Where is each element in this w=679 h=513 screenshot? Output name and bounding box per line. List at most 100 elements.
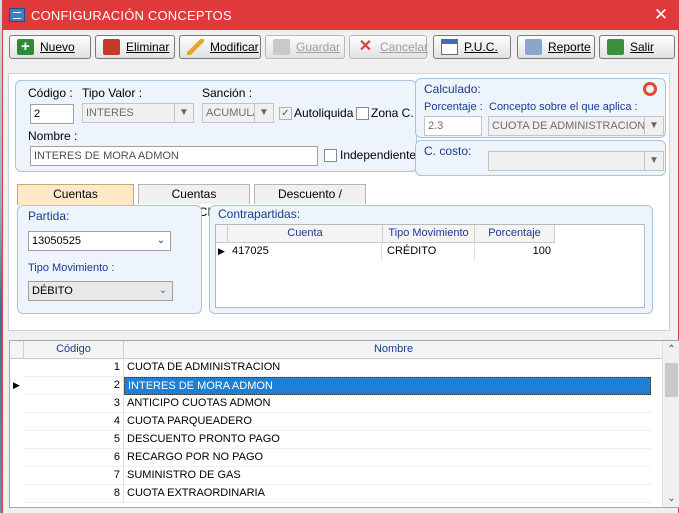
new-button-label: Nuevo — [40, 40, 75, 54]
codigo-cell[interactable]: 4 — [24, 413, 124, 431]
current-row-arrow-icon: ▶ — [13, 380, 20, 390]
sancion-value: ACUMULA — [206, 107, 260, 119]
partida-group: Partida: 13050525 ⌄ Tipo Movimiento : DÉ… — [17, 205, 202, 314]
col-cuenta[interactable]: Cuenta — [228, 225, 383, 243]
exit-button[interactable]: Salir — [599, 35, 675, 59]
porcentaje-label: Porcentaje : — [424, 101, 483, 113]
window-title: CONFIGURACIÓN CONCEPTOS — [31, 8, 232, 23]
partida-title: Partida: — [28, 209, 70, 223]
tab-cuentas-ejecucion[interactable]: Cuentas EJECUCIÓN — [138, 184, 250, 219]
new-icon — [17, 36, 34, 58]
nombre-cell[interactable]: CUOTA EXTRAORDINARIA — [124, 485, 651, 503]
nombre-cell[interactable]: RECARGO POR NO PAGO — [124, 449, 651, 467]
codigo-cell[interactable]: 1 — [24, 359, 124, 377]
puc-button-label: P.U.C. — [464, 40, 498, 54]
contrapartidas-title: Contrapartidas: — [218, 207, 301, 221]
save-button[interactable]: Guardar — [265, 35, 345, 59]
codigo-cell[interactable]: 6 — [24, 449, 124, 467]
scroll-down-icon[interactable]: ⌄ — [663, 490, 679, 507]
sancion-select[interactable]: ACUMULA ▼ — [202, 103, 274, 123]
nombre-cell[interactable]: DESCUENTO PRONTO PAGO — [124, 431, 651, 449]
report-button[interactable]: Reporte — [517, 35, 595, 59]
codigo-field[interactable]: 2 — [30, 104, 74, 124]
printer-icon — [525, 39, 542, 55]
app-icon — [9, 8, 25, 22]
tipo-cell[interactable]: CRÉDITO — [387, 243, 475, 261]
scroll-up-icon[interactable]: ⌃ — [663, 341, 679, 358]
calendar-icon — [441, 39, 458, 55]
concepto-group: Código : 2 Tipo Valor : INTERES ▼ Sanció… — [15, 80, 417, 172]
nombre-field[interactable]: INTERES DE MORA ADMON — [30, 146, 318, 166]
delete-button-label: Eliminar — [126, 40, 170, 54]
cancel-x-icon: ✕ — [358, 38, 373, 55]
costo-group: C. costo: ▼ — [415, 140, 666, 176]
codigo-cell[interactable]: 5 — [24, 431, 124, 449]
costo-select[interactable]: ▼ — [488, 151, 664, 171]
concepto-aplica-label: Concepto sobre el que aplica : — [489, 101, 638, 113]
independiente-label: Independiente — [340, 148, 417, 162]
autoliquida-label: Autoliquida — [294, 106, 354, 120]
codigo-cell[interactable]: 3 — [24, 395, 124, 413]
puc-button[interactable]: P.U.C. — [433, 35, 511, 59]
row-header-corner — [10, 341, 24, 359]
calculado-title: Calculado: — [424, 82, 481, 96]
vertical-scrollbar[interactable]: ⌃ ⌄ — [662, 341, 679, 507]
zona-label: Zona C. — [371, 106, 414, 120]
lifebuoy-icon[interactable] — [643, 82, 657, 96]
edit-button[interactable]: Modificar — [179, 35, 261, 59]
col-tipo-movimiento[interactable]: Tipo Movimiento — [383, 225, 475, 243]
delete-icon — [103, 39, 120, 55]
config-conceptos-window: CONFIGURACIÓN CONCEPTOS ✕ Nuevo Eliminar… — [2, 0, 679, 513]
tipo-valor-label: Tipo Valor : — [82, 86, 143, 100]
row-header-corner — [216, 225, 228, 243]
tipo-movimiento-value: DÉBITO — [32, 285, 73, 297]
nombre-cell[interactable]: INTERES DE MORA ADMON — [124, 377, 651, 395]
nombre-cell[interactable]: ANTICIPO CUOTAS ADMON — [124, 395, 651, 413]
tipo-valor-select[interactable]: INTERES ▼ — [82, 103, 194, 123]
conceptos-grid[interactable]: Código Nombre 1 CUOTA DE ADMINISTRACION ▶ 2… — [9, 340, 679, 508]
nombre-cell[interactable]: CUOTA DE ADMINISTRACION — [124, 359, 651, 377]
nombre-cell[interactable]: SUMINISTRO DE GAS — [124, 467, 651, 485]
codigo-cell[interactable]: 2 — [24, 377, 124, 395]
current-row-arrow-icon: ▶ — [218, 246, 225, 256]
close-icon[interactable]: ✕ — [650, 4, 672, 26]
tab-descuento-recargo[interactable]: Descuento / Recargo — [254, 184, 366, 219]
porcentaje-field[interactable]: 2.3 — [424, 116, 482, 136]
porcentaje-cell[interactable]: 100 — [475, 243, 551, 261]
cancel-button-label: Cancelar — [380, 40, 429, 54]
zona-checkbox[interactable] — [356, 107, 369, 120]
pencil-icon — [187, 39, 204, 55]
chevron-down-icon: ▼ — [254, 104, 273, 122]
new-button[interactable]: Nuevo — [9, 35, 91, 59]
autoliquida-checkbox[interactable]: ✓ — [279, 107, 292, 120]
independiente-checkbox[interactable] — [324, 149, 337, 162]
contrapartidas-grid[interactable]: Cuenta Tipo Movimiento Porcentaje ▶ 4170… — [215, 224, 645, 308]
chevron-down-icon: ⌄ — [152, 232, 170, 250]
cancel-button[interactable]: ✕ Cancelar — [349, 35, 429, 59]
scroll-thumb[interactable] — [665, 363, 678, 397]
partida-value: 13050525 — [32, 235, 81, 247]
col-nombre[interactable]: Nombre — [124, 341, 664, 359]
chevron-down-icon: ▼ — [644, 117, 663, 135]
costo-title: C. costo: — [424, 144, 472, 158]
chevron-down-icon: ▼ — [174, 104, 193, 122]
nombre-cell[interactable]: CUOTA PARQUEADERO — [124, 413, 651, 431]
nombre-label: Nombre : — [28, 129, 78, 143]
delete-button[interactable]: Eliminar — [95, 35, 175, 59]
title-bar[interactable]: CONFIGURACIÓN CONCEPTOS ✕ — [3, 0, 678, 30]
partida-select[interactable]: 13050525 ⌄ — [28, 231, 171, 251]
codigo-cell[interactable]: 8 — [24, 485, 124, 503]
tipo-valor-value: INTERES — [86, 107, 134, 119]
col-porcentaje[interactable]: Porcentaje — [475, 225, 555, 243]
codigo-cell[interactable]: 7 — [24, 467, 124, 485]
cuenta-cell[interactable]: 417025 — [232, 243, 382, 261]
codigo-label: Código : — [28, 86, 73, 100]
chevron-down-icon: ⌄ — [154, 282, 172, 300]
exit-button-label: Salir — [630, 40, 655, 54]
tab-cuentas-causacion[interactable]: Cuentas CAUSACIÓN — [17, 184, 134, 219]
concepto-aplica-value: CUOTA DE ADMINISTRACION — [492, 120, 646, 132]
concepto-aplica-select[interactable]: CUOTA DE ADMINISTRACION ▼ — [488, 116, 664, 136]
col-codigo[interactable]: Código — [24, 341, 124, 359]
tipo-movimiento-select[interactable]: DÉBITO ⌄ — [28, 281, 173, 301]
exit-door-icon — [607, 39, 624, 55]
